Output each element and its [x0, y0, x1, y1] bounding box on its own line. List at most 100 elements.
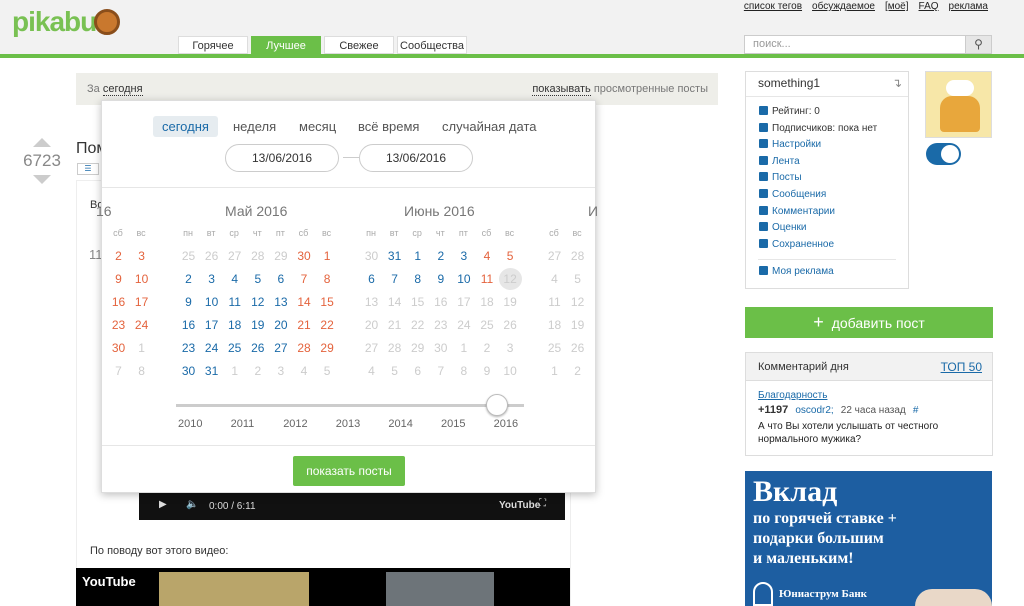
calendar-day[interactable]: 10: [452, 268, 475, 290]
calendar-day[interactable]: 31: [383, 245, 406, 267]
calendar-day[interactable]: 7: [107, 360, 130, 382]
upvote-icon[interactable]: [33, 138, 51, 147]
calendar-day[interactable]: 30: [293, 245, 316, 267]
calendar-day[interactable]: 1: [316, 245, 339, 267]
calendar-day[interactable]: 12: [498, 268, 522, 290]
calendar-day[interactable]: 17: [200, 314, 223, 336]
calendar-day[interactable]: 9: [429, 268, 452, 290]
calendar-day[interactable]: 2: [107, 245, 130, 267]
link-ads[interactable]: реклама: [949, 1, 988, 12]
calendar-day[interactable]: 23: [177, 337, 200, 359]
comment-permalink[interactable]: #: [913, 405, 919, 416]
calendar-day[interactable]: 28: [566, 245, 589, 267]
calendar-day[interactable]: 9: [476, 360, 499, 382]
calendar-day[interactable]: 29: [269, 245, 292, 267]
calendar-day[interactable]: 2: [476, 337, 499, 359]
profile-item[interactable]: Оценки: [759, 222, 806, 233]
calendar-day[interactable]: 3: [130, 245, 153, 267]
calendar-day[interactable]: 23: [107, 314, 130, 336]
calendar-day[interactable]: 27: [269, 337, 292, 359]
profile-item[interactable]: Посты: [759, 172, 802, 183]
calendar-day[interactable]: 17: [452, 291, 475, 313]
search-icon[interactable]: ⚲: [965, 36, 991, 53]
calendar-day[interactable]: 1: [223, 360, 246, 382]
calendar-day[interactable]: 11: [476, 268, 499, 290]
calendar-day[interactable]: 26: [566, 337, 589, 359]
tab-hot[interactable]: Горячее: [178, 36, 248, 54]
calendar-day[interactable]: 22: [406, 314, 429, 336]
calendar-day[interactable]: 18: [223, 314, 246, 336]
avatar[interactable]: [925, 71, 992, 138]
comment-user[interactable]: oscodr2;: [795, 405, 833, 416]
calendar-day[interactable]: 18: [476, 291, 499, 313]
calendar-day[interactable]: 24: [200, 337, 223, 359]
calendar-day[interactable]: 20: [269, 314, 292, 336]
year-label[interactable]: 2012: [283, 418, 307, 430]
calendar-day[interactable]: 25: [177, 245, 200, 267]
calendar-day[interactable]: 7: [429, 360, 452, 382]
calendar-day[interactable]: 2: [177, 268, 200, 290]
calendar-day[interactable]: 11: [543, 291, 566, 313]
calendar-day[interactable]: 23: [429, 314, 452, 336]
username[interactable]: something1: [758, 76, 820, 90]
calendar-day[interactable]: 28: [383, 337, 406, 359]
calendar-day[interactable]: 9: [177, 291, 200, 313]
calendar-day[interactable]: 19: [246, 314, 269, 336]
year-label[interactable]: 2013: [336, 418, 360, 430]
profile-item[interactable]: Сообщения: [759, 189, 826, 200]
tab-communities[interactable]: Сообщества: [397, 36, 467, 54]
calendar-day[interactable]: 5: [246, 268, 269, 290]
calendar-day[interactable]: 5: [499, 245, 522, 267]
calendar-day[interactable]: 18: [543, 314, 566, 336]
calendar-day[interactable]: 11: [223, 291, 246, 313]
calendar-day[interactable]: 3: [499, 337, 522, 359]
calendar-day[interactable]: 15: [316, 291, 339, 313]
calendar-day[interactable]: 24: [452, 314, 475, 336]
calendar-day[interactable]: 8: [316, 268, 339, 290]
calendar-day[interactable]: 10: [130, 268, 153, 290]
calendar-day[interactable]: 13: [360, 291, 383, 313]
tab-best[interactable]: Лучшее: [251, 36, 321, 54]
calendar-day[interactable]: 4: [293, 360, 316, 382]
comment-post-link[interactable]: Благодарность: [758, 390, 827, 401]
calendar-day[interactable]: 5: [566, 268, 589, 290]
link-faq[interactable]: FAQ: [919, 1, 939, 12]
add-post-button[interactable]: + добавить пост: [745, 307, 993, 338]
calendar-day[interactable]: 1: [406, 245, 429, 267]
calendar-day[interactable]: 21: [383, 314, 406, 336]
year-label[interactable]: 2015: [441, 418, 465, 430]
period-random-date[interactable]: случайная дата: [433, 116, 545, 137]
calendar-day[interactable]: 14: [383, 291, 406, 313]
calendar-day[interactable]: 31: [200, 360, 223, 382]
profile-item[interactable]: Настройки: [759, 139, 821, 150]
calendar-day[interactable]: 2: [566, 360, 589, 382]
calendar-day[interactable]: 8: [130, 360, 153, 382]
calendar-day[interactable]: 16: [177, 314, 200, 336]
calendar-day[interactable]: 7: [383, 268, 406, 290]
calendar-day[interactable]: 26: [246, 337, 269, 359]
year-label[interactable]: 2010: [178, 418, 202, 430]
calendar-day[interactable]: 10: [499, 360, 522, 382]
year-slider-track[interactable]: [176, 404, 524, 407]
calendar-day[interactable]: 1: [543, 360, 566, 382]
calendar-day[interactable]: 1: [452, 337, 475, 359]
calendar-day[interactable]: 12: [246, 291, 269, 313]
list-view-icon[interactable]: ☰: [77, 163, 99, 175]
top50-link[interactable]: ТОП 50: [941, 353, 982, 381]
calendar-day[interactable]: 17: [130, 291, 153, 313]
calendar-day[interactable]: 30: [429, 337, 452, 359]
volume-icon[interactable]: 🔈: [186, 499, 198, 510]
tab-fresh[interactable]: Свежее: [324, 36, 394, 54]
calendar-day[interactable]: 29: [316, 337, 339, 359]
calendar-day[interactable]: 29: [406, 337, 429, 359]
show-posts-button[interactable]: показать посты: [293, 456, 405, 486]
calendar-day[interactable]: 10: [200, 291, 223, 313]
mode-toggle[interactable]: [926, 143, 961, 165]
calendar-day[interactable]: 22: [316, 314, 339, 336]
profile-item[interactable]: Лента: [759, 155, 800, 167]
calendar-day[interactable]: 4: [476, 245, 499, 267]
play-icon[interactable]: ▶: [159, 499, 167, 510]
year-label[interactable]: 2011: [231, 418, 255, 430]
calendar-day[interactable]: 9: [107, 268, 130, 290]
calendar-day[interactable]: 16: [429, 291, 452, 313]
